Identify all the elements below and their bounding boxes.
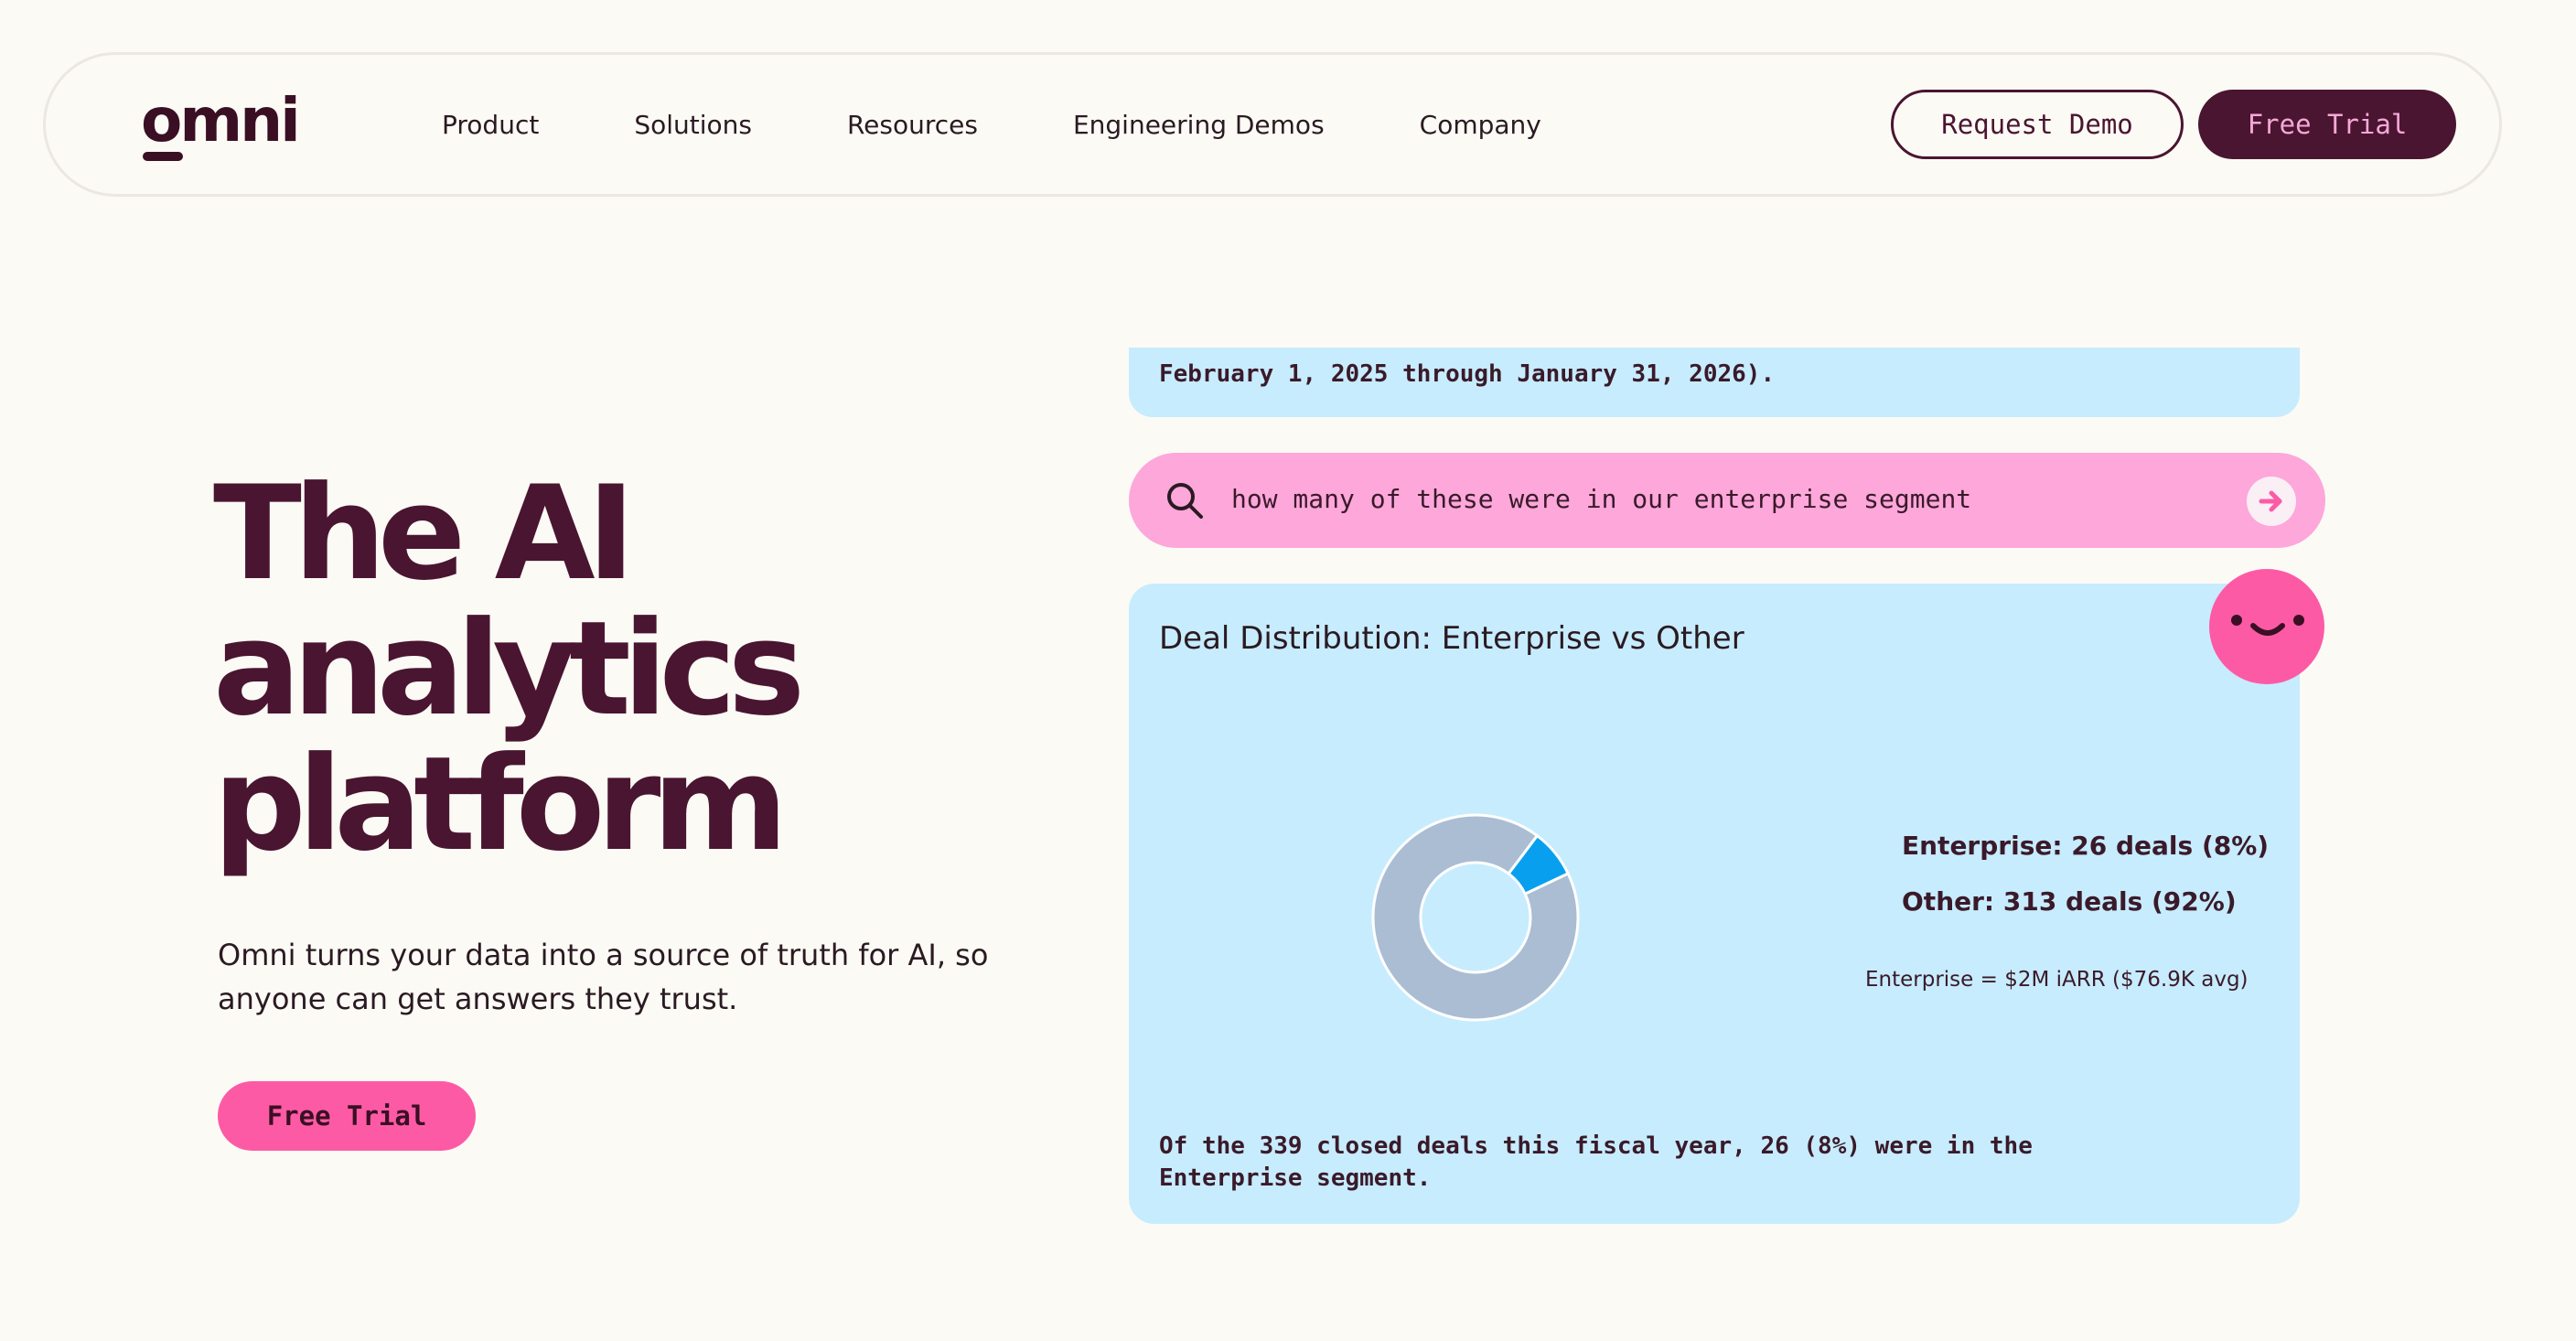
result-card: Deal Distribution: Enterprise vs Other E… [1129, 584, 2300, 1224]
result-summary: Of the 339 closed deals this fiscal year… [1159, 1132, 2033, 1192]
omni-logo[interactable]: omni [141, 91, 315, 163]
result-title: Deal Distribution: Enterprise vs Other [1159, 620, 1744, 657]
nav-link-company[interactable]: Company [1420, 110, 1541, 140]
hero-title-line-3: platform [213, 729, 788, 880]
free-trial-hero-button[interactable]: Free Trial [218, 1081, 476, 1151]
logo-text: omni [141, 91, 298, 156]
previous-answer-card: February 1, 2025 through January 31, 202… [1129, 348, 2300, 417]
free-trial-nav-button[interactable]: Free Trial [2198, 90, 2456, 159]
hero-subtitle: Omni turns your data into a source of tr… [218, 938, 989, 1016]
query-bar[interactable]: how many of these were in our enterprise… [1129, 453, 2325, 548]
legend-other: Other: 313 deals (92%) [1902, 886, 2237, 917]
hero-title-line-2: analytics [213, 594, 805, 745]
hero-title-line-1: The AI [213, 458, 635, 609]
legend-note: Enterprise = $2M iARR ($76.9K avg) [1865, 968, 2249, 992]
request-demo-button[interactable]: Request Demo [1891, 90, 2184, 159]
nav-links: Product Solutions Resources Engineering … [442, 55, 1541, 194]
nav-link-product[interactable]: Product [442, 110, 539, 140]
donut-chart [1371, 813, 1580, 1022]
query-text[interactable]: how many of these were in our enterprise… [1231, 484, 1971, 514]
previous-answer-text: February 1, 2025 through January 31, 202… [1159, 360, 1776, 388]
send-button[interactable] [2247, 477, 2296, 526]
top-navigation-bar: omni Product Solutions Resources Enginee… [43, 52, 2502, 197]
nav-link-solutions[interactable]: Solutions [634, 110, 752, 140]
hero-title: The AI analytics platform [213, 467, 1036, 873]
nav-link-resources[interactable]: Resources [847, 110, 978, 140]
nav-link-engineering-demos[interactable]: Engineering Demos [1073, 110, 1325, 140]
legend-enterprise: Enterprise: 26 deals (8%) [1902, 831, 2270, 861]
arrow-right-icon [2259, 490, 2282, 512]
assistant-avatar[interactable] [2209, 569, 2324, 684]
search-icon [1167, 483, 1203, 519]
smiley-face-icon [2231, 615, 2304, 636]
